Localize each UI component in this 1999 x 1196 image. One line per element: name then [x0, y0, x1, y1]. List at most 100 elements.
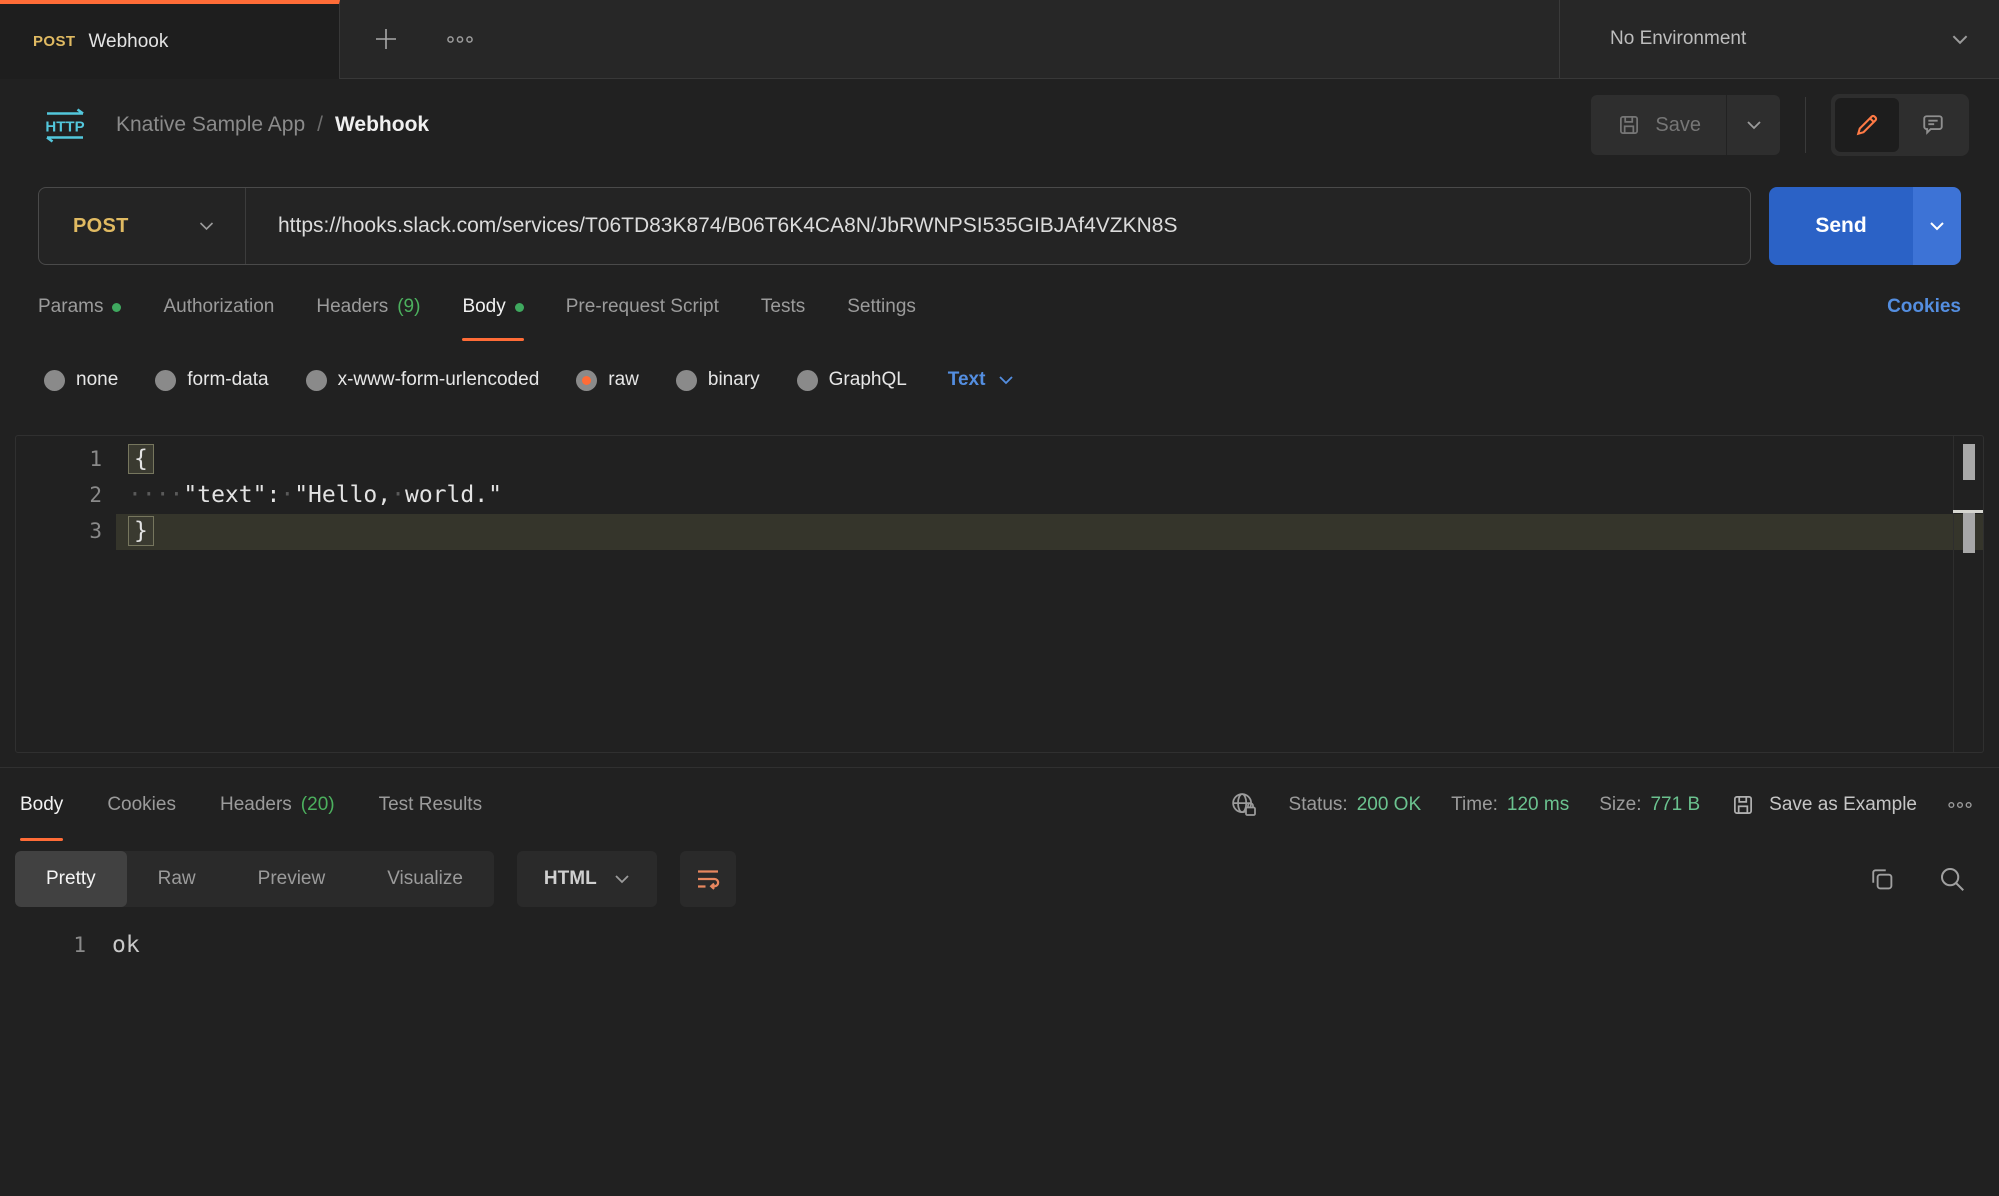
send-options-button[interactable]	[1913, 187, 1961, 265]
http-protocol-icon: HTTP	[41, 107, 89, 143]
breadcrumb-request-name[interactable]: Webhook	[335, 113, 429, 137]
more-options-icon	[446, 34, 474, 45]
wrap-lines-button[interactable]	[680, 851, 736, 907]
response-body[interactable]: 1 ok	[0, 917, 1999, 963]
save-options-button[interactable]	[1726, 95, 1780, 155]
code-token: }	[128, 516, 154, 546]
body-type-graphql[interactable]: GraphQL	[797, 369, 907, 391]
code-token: "text":	[183, 482, 280, 508]
body-type-raw[interactable]: raw	[576, 369, 639, 391]
chevron-down-icon	[998, 375, 1014, 385]
body-type-none[interactable]: none	[44, 369, 118, 391]
copy-icon	[1867, 864, 1897, 894]
response-line-content: ok	[112, 927, 140, 963]
body-type-binary[interactable]: binary	[676, 369, 760, 391]
view-tab-visualize[interactable]: Visualize	[356, 851, 494, 907]
save-floppy-icon	[1730, 792, 1756, 818]
search-response-button[interactable]	[1937, 864, 1967, 894]
request-tab-headers[interactable]: Headers(9)	[316, 265, 420, 349]
response-tab-count: (20)	[301, 794, 335, 816]
status-indicator[interactable]: Status: 200 OK	[1289, 794, 1422, 816]
radio-dot	[312, 376, 321, 385]
request-tab-label: Pre-request Script	[566, 296, 719, 318]
copy-response-button[interactable]	[1867, 864, 1897, 894]
environment-selector[interactable]: No Environment	[1559, 0, 1999, 79]
time-indicator[interactable]: Time: 120 ms	[1451, 794, 1569, 816]
radio-icon	[44, 370, 65, 391]
chevron-down-icon	[1746, 120, 1762, 130]
send-button[interactable]: Send	[1769, 187, 1913, 265]
request-tab-label: Params	[38, 296, 103, 318]
body-type-label: none	[76, 369, 118, 391]
response-options-button[interactable]	[1947, 800, 1973, 810]
tab-method-badge: POST	[33, 33, 75, 50]
response-line-number: 1	[0, 927, 86, 963]
method-selector[interactable]: POST	[39, 188, 245, 264]
breadcrumb-collection[interactable]: Knative Sample App	[116, 113, 305, 137]
code-token: {	[128, 444, 154, 474]
edit-request-button[interactable]	[1835, 98, 1899, 152]
response-line: 1 ok	[0, 927, 1999, 963]
save-as-example-label: Save as Example	[1769, 794, 1917, 816]
response-tab-test-results[interactable]: Test Results	[379, 768, 482, 841]
raw-format-label: Text	[948, 369, 986, 391]
radio-dot	[582, 376, 591, 385]
radio-dot	[803, 376, 812, 385]
editor-scrollbar[interactable]	[1953, 436, 1983, 752]
body-type-x-www-form-urlencoded[interactable]: x-www-form-urlencoded	[306, 369, 540, 391]
radio-icon	[676, 370, 697, 391]
radio-icon	[576, 370, 597, 391]
response-view-tabs: PrettyRawPreviewVisualize	[15, 851, 494, 907]
breadcrumb: Knative Sample App / Webhook	[116, 113, 429, 137]
response-tabs: Body Cookies Headers(20) Test Results	[20, 768, 482, 841]
edit-comment-group	[1831, 94, 1969, 156]
request-tab-tests[interactable]: Tests	[761, 265, 805, 349]
raw-format-selector[interactable]: Text	[948, 369, 1015, 391]
size-indicator[interactable]: Size: 771 B	[1599, 794, 1700, 816]
view-tab-pretty[interactable]: Pretty	[15, 851, 127, 907]
tab-options-button[interactable]	[446, 34, 474, 45]
comments-button[interactable]	[1901, 98, 1965, 152]
network-globe-lock-icon	[1229, 790, 1259, 820]
svg-text:HTTP: HTTP	[45, 119, 84, 136]
response-tab-cookies[interactable]: Cookies	[107, 768, 176, 841]
url-row: POST https://hooks.slack.com/services/T0…	[38, 187, 1961, 265]
response-tab-body[interactable]: Body	[20, 768, 63, 841]
request-tab-authorization[interactable]: Authorization	[163, 265, 274, 349]
request-tab-settings[interactable]: Settings	[847, 265, 916, 349]
editor-line[interactable]: 1{	[16, 442, 1983, 478]
active-tab-underline	[462, 338, 523, 341]
response-toolbar: PrettyRawPreviewVisualize HTML	[0, 841, 1999, 917]
view-tab-raw[interactable]: Raw	[127, 851, 227, 907]
save-as-example-button[interactable]: Save as Example	[1730, 792, 1917, 818]
editor-line-content: }	[116, 514, 1983, 550]
new-tab-button[interactable]	[372, 25, 400, 53]
response-header: Body Cookies Headers(20) Test Results Statu…	[0, 767, 1999, 841]
response-format-selector[interactable]: HTML	[517, 851, 657, 907]
body-type-form-data[interactable]: form-data	[155, 369, 268, 391]
editor-line[interactable]: 3}	[16, 514, 1983, 550]
status-value: 200 OK	[1357, 794, 1421, 816]
chevron-down-icon	[1929, 221, 1945, 231]
more-options-icon	[1947, 800, 1973, 810]
request-tab-label: Settings	[847, 296, 916, 318]
request-tab-body[interactable]: Body	[462, 265, 523, 349]
request-tab-pre-request-script[interactable]: Pre-request Script	[566, 265, 719, 349]
response-format-label: HTML	[544, 868, 597, 890]
editor-line[interactable]: 2····"text":·"Hello,·world."	[16, 478, 1983, 514]
response-tab-headers[interactable]: Headers(20)	[220, 768, 335, 841]
request-body-editor[interactable]: 1{2····"text":·"Hello,·world."3}	[15, 435, 1984, 753]
request-tab-count: (9)	[397, 296, 420, 318]
save-button[interactable]: Save	[1591, 95, 1726, 155]
cookies-link[interactable]: Cookies	[1887, 296, 1961, 318]
request-tab-params[interactable]: Params	[38, 265, 121, 349]
code-token: "Hello,	[294, 482, 391, 508]
breadcrumb-separator: /	[317, 113, 323, 137]
view-tab-preview[interactable]: Preview	[227, 851, 357, 907]
url-input[interactable]: https://hooks.slack.com/services/T06TD83…	[246, 214, 1178, 238]
response-toolbar-actions	[1867, 864, 1967, 894]
time-value: 120 ms	[1507, 794, 1569, 816]
response-meta: Status: 200 OK Time: 120 ms Size: 771 B …	[1229, 790, 1973, 820]
code-token: ·	[280, 482, 294, 508]
request-tab-webhook[interactable]: POST Webhook	[0, 0, 340, 79]
